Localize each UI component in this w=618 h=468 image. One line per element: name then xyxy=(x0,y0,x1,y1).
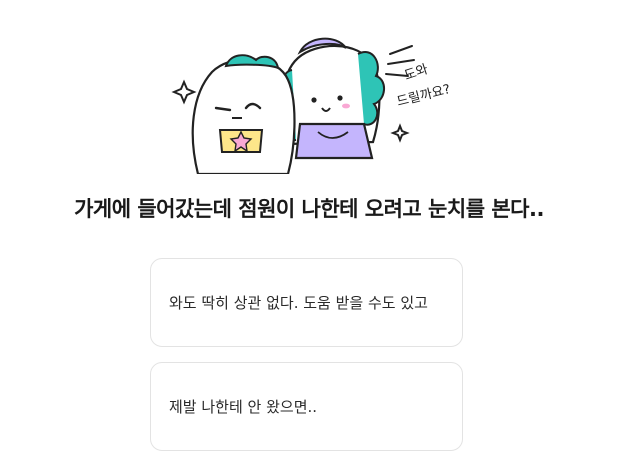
answer-option-label: 제발 나한테 안 왔으면.. xyxy=(169,397,318,416)
customer-character xyxy=(191,54,296,176)
sparkle-icon-right xyxy=(390,123,410,143)
answer-option-2[interactable]: 제발 나한테 안 왔으면.. xyxy=(150,362,463,451)
speech-text-line2: 드릴까요? xyxy=(395,82,452,110)
answer-option-1[interactable]: 와도 딱히 상관 없다. 도움 받을 수도 있고 xyxy=(150,258,463,347)
question-title: 가게에 들어갔는데 점원이 나한테 오려고 눈치를 본다.. xyxy=(74,197,544,221)
answer-option-label: 와도 딱히 상관 없다. 도움 받을 수도 있고 xyxy=(169,293,428,312)
characters-illustration: 도와 드릴까요? xyxy=(171,37,452,176)
hero-illustration: 도와 드릴까요? xyxy=(168,24,458,176)
sparkle-icon xyxy=(171,79,197,105)
clerk-character xyxy=(278,37,385,160)
speech-text-line1: 도와 xyxy=(403,62,430,84)
